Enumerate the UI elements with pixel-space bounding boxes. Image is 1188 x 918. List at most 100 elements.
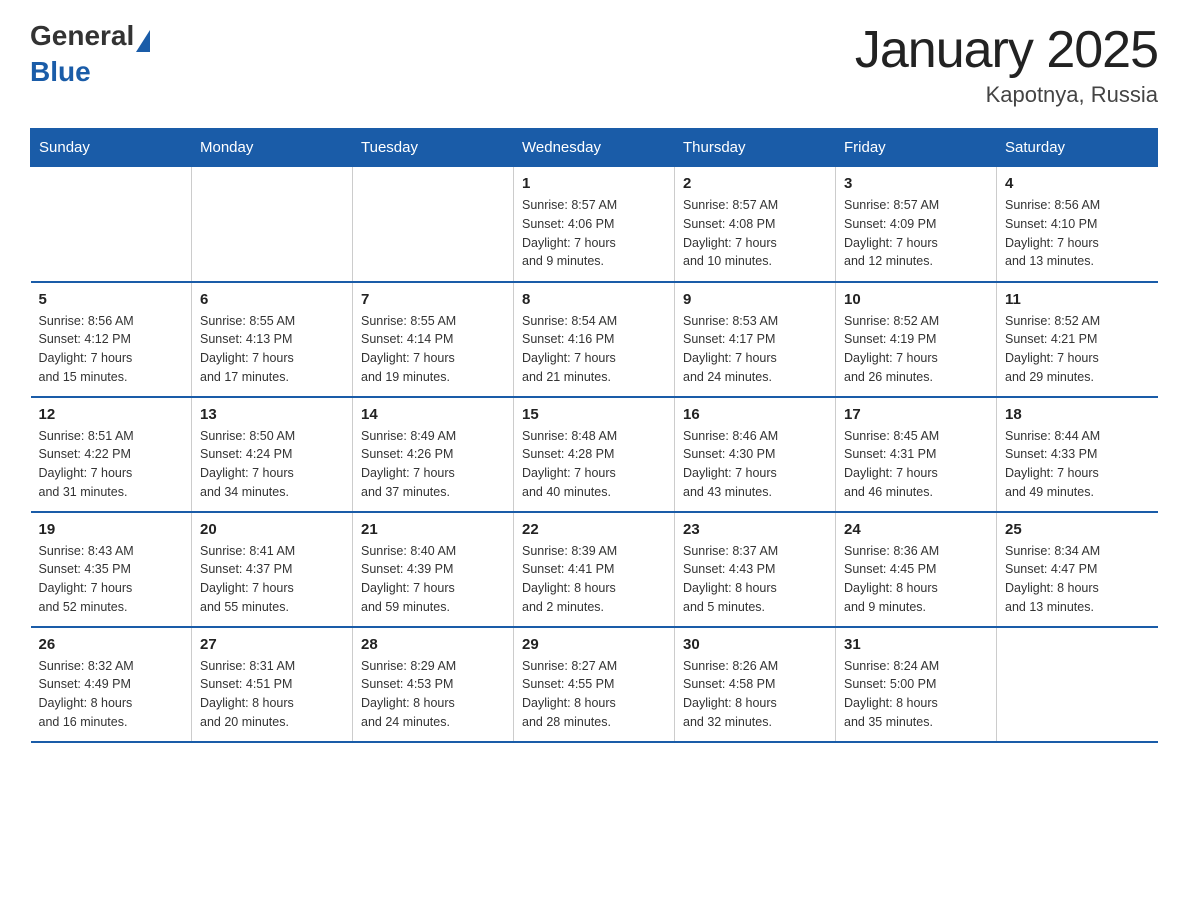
calendar-cell: 5 Sunrise: 8:56 AM Sunset: 4:12 PM Daylig… <box>31 282 192 397</box>
calendar-cell: 10 Sunrise: 8:52 AM Sunset: 4:19 PM Dayli… <box>836 282 997 397</box>
day-info: Sunrise: 8:56 AM Sunset: 4:10 PM Dayligh… <box>1005 196 1150 271</box>
day-number: 10 <box>844 291 988 308</box>
week-row-4: 19Sunrise: 8:43 AM Sunset: 4:35 PM Dayli… <box>31 512 1158 627</box>
calendar-cell <box>192 167 353 282</box>
calendar-cell: 2 Sunrise: 8:57 AM Sunset: 4:08 PM Daylig… <box>675 167 836 282</box>
calendar-cell: 31 Sunrise: 8:24 AM Sunset: 5:00 PM Dayli… <box>836 627 997 742</box>
calendar-cell: 12Sunrise: 8:51 AM Sunset: 4:22 PM Dayli… <box>31 397 192 512</box>
logo-triangle-icon <box>136 30 150 52</box>
day-info: Sunrise: 8:48 AM Sunset: 4:28 PM Dayligh… <box>522 427 666 502</box>
day-number: 28 <box>361 636 505 653</box>
logo-blue-text: Blue <box>30 56 91 88</box>
day-header-sunday: Sunday <box>31 129 192 167</box>
days-of-week-row: SundayMondayTuesdayWednesdayThursdayFrid… <box>31 129 1158 167</box>
calendar-cell: 9 Sunrise: 8:53 AM Sunset: 4:17 PM Daylig… <box>675 282 836 397</box>
day-number: 24 <box>844 521 988 538</box>
calendar-table: SundayMondayTuesdayWednesdayThursdayFrid… <box>30 128 1158 743</box>
calendar-cell <box>31 167 192 282</box>
day-number: 21 <box>361 521 505 538</box>
page-header: General Blue January 2025 Kapotnya, Russ… <box>30 20 1158 108</box>
day-info: Sunrise: 8:55 AM Sunset: 4:13 PM Dayligh… <box>200 312 344 387</box>
calendar-header: SundayMondayTuesdayWednesdayThursdayFrid… <box>31 129 1158 167</box>
day-info: Sunrise: 8:34 AM Sunset: 4:47 PM Dayligh… <box>1005 542 1150 617</box>
day-info: Sunrise: 8:40 AM Sunset: 4:39 PM Dayligh… <box>361 542 505 617</box>
day-number: 2 <box>683 175 827 192</box>
day-info: Sunrise: 8:57 AM Sunset: 4:08 PM Dayligh… <box>683 196 827 271</box>
calendar-cell: 27 Sunrise: 8:31 AM Sunset: 4:51 PM Dayli… <box>192 627 353 742</box>
day-info: Sunrise: 8:41 AM Sunset: 4:37 PM Dayligh… <box>200 542 344 617</box>
day-info: Sunrise: 8:31 AM Sunset: 4:51 PM Dayligh… <box>200 657 344 732</box>
week-row-3: 12Sunrise: 8:51 AM Sunset: 4:22 PM Dayli… <box>31 397 1158 512</box>
day-info: Sunrise: 8:52 AM Sunset: 4:19 PM Dayligh… <box>844 312 988 387</box>
day-number: 8 <box>522 291 666 308</box>
day-header-monday: Monday <box>192 129 353 167</box>
day-header-friday: Friday <box>836 129 997 167</box>
logo: General Blue <box>30 20 150 88</box>
day-number: 31 <box>844 636 988 653</box>
calendar-cell: 26 Sunrise: 8:32 AM Sunset: 4:49 PM Dayli… <box>31 627 192 742</box>
day-info: Sunrise: 8:56 AM Sunset: 4:12 PM Dayligh… <box>39 312 184 387</box>
day-info: Sunrise: 8:39 AM Sunset: 4:41 PM Dayligh… <box>522 542 666 617</box>
day-number: 18 <box>1005 406 1150 423</box>
day-number: 17 <box>844 406 988 423</box>
week-row-2: 5 Sunrise: 8:56 AM Sunset: 4:12 PM Daylig… <box>31 282 1158 397</box>
calendar-cell: 22 Sunrise: 8:39 AM Sunset: 4:41 PM Dayli… <box>514 512 675 627</box>
day-number: 25 <box>1005 521 1150 538</box>
calendar-cell: 17 Sunrise: 8:45 AM Sunset: 4:31 PM Dayli… <box>836 397 997 512</box>
day-header-saturday: Saturday <box>997 129 1158 167</box>
day-header-tuesday: Tuesday <box>353 129 514 167</box>
title-section: January 2025 Kapotnya, Russia <box>855 20 1158 108</box>
logo-general-text: General <box>30 20 134 52</box>
day-number: 3 <box>844 175 988 192</box>
day-info: Sunrise: 8:27 AM Sunset: 4:55 PM Dayligh… <box>522 657 666 732</box>
day-info: Sunrise: 8:54 AM Sunset: 4:16 PM Dayligh… <box>522 312 666 387</box>
day-number: 4 <box>1005 175 1150 192</box>
calendar-cell: 30Sunrise: 8:26 AM Sunset: 4:58 PM Dayli… <box>675 627 836 742</box>
calendar-cell: 7 Sunrise: 8:55 AM Sunset: 4:14 PM Daylig… <box>353 282 514 397</box>
day-info: Sunrise: 8:44 AM Sunset: 4:33 PM Dayligh… <box>1005 427 1150 502</box>
week-row-1: 1 Sunrise: 8:57 AM Sunset: 4:06 PM Daylig… <box>31 167 1158 282</box>
calendar-cell: 25 Sunrise: 8:34 AM Sunset: 4:47 PM Dayli… <box>997 512 1158 627</box>
day-number: 7 <box>361 291 505 308</box>
day-number: 9 <box>683 291 827 308</box>
day-info: Sunrise: 8:24 AM Sunset: 5:00 PM Dayligh… <box>844 657 988 732</box>
day-info: Sunrise: 8:55 AM Sunset: 4:14 PM Dayligh… <box>361 312 505 387</box>
day-number: 6 <box>200 291 344 308</box>
day-number: 13 <box>200 406 344 423</box>
day-number: 26 <box>39 636 184 653</box>
day-number: 15 <box>522 406 666 423</box>
calendar-cell: 16Sunrise: 8:46 AM Sunset: 4:30 PM Dayli… <box>675 397 836 512</box>
day-info: Sunrise: 8:29 AM Sunset: 4:53 PM Dayligh… <box>361 657 505 732</box>
calendar-cell: 19Sunrise: 8:43 AM Sunset: 4:35 PM Dayli… <box>31 512 192 627</box>
calendar-cell: 6 Sunrise: 8:55 AM Sunset: 4:13 PM Daylig… <box>192 282 353 397</box>
day-info: Sunrise: 8:53 AM Sunset: 4:17 PM Dayligh… <box>683 312 827 387</box>
calendar-cell: 3Sunrise: 8:57 AM Sunset: 4:09 PM Daylig… <box>836 167 997 282</box>
day-number: 5 <box>39 291 184 308</box>
day-info: Sunrise: 8:43 AM Sunset: 4:35 PM Dayligh… <box>39 542 184 617</box>
day-number: 14 <box>361 406 505 423</box>
calendar-cell: 8 Sunrise: 8:54 AM Sunset: 4:16 PM Daylig… <box>514 282 675 397</box>
day-number: 1 <box>522 175 666 192</box>
calendar-cell <box>353 167 514 282</box>
calendar-cell: 20 Sunrise: 8:41 AM Sunset: 4:37 PM Dayli… <box>192 512 353 627</box>
calendar-cell: 14Sunrise: 8:49 AM Sunset: 4:26 PM Dayli… <box>353 397 514 512</box>
calendar-cell: 4 Sunrise: 8:56 AM Sunset: 4:10 PM Daylig… <box>997 167 1158 282</box>
day-number: 11 <box>1005 291 1150 308</box>
day-info: Sunrise: 8:50 AM Sunset: 4:24 PM Dayligh… <box>200 427 344 502</box>
calendar-cell: 13 Sunrise: 8:50 AM Sunset: 4:24 PM Dayli… <box>192 397 353 512</box>
calendar-cell: 24Sunrise: 8:36 AM Sunset: 4:45 PM Dayli… <box>836 512 997 627</box>
day-number: 20 <box>200 521 344 538</box>
day-number: 27 <box>200 636 344 653</box>
day-info: Sunrise: 8:37 AM Sunset: 4:43 PM Dayligh… <box>683 542 827 617</box>
calendar-cell: 1 Sunrise: 8:57 AM Sunset: 4:06 PM Daylig… <box>514 167 675 282</box>
day-number: 12 <box>39 406 184 423</box>
calendar-body: 1 Sunrise: 8:57 AM Sunset: 4:06 PM Daylig… <box>31 167 1158 742</box>
calendar-cell: 28 Sunrise: 8:29 AM Sunset: 4:53 PM Dayli… <box>353 627 514 742</box>
day-number: 23 <box>683 521 827 538</box>
day-info: Sunrise: 8:32 AM Sunset: 4:49 PM Dayligh… <box>39 657 184 732</box>
day-number: 22 <box>522 521 666 538</box>
day-info: Sunrise: 8:57 AM Sunset: 4:06 PM Dayligh… <box>522 196 666 271</box>
calendar-cell: 15 Sunrise: 8:48 AM Sunset: 4:28 PM Dayli… <box>514 397 675 512</box>
day-info: Sunrise: 8:45 AM Sunset: 4:31 PM Dayligh… <box>844 427 988 502</box>
calendar-cell <box>997 627 1158 742</box>
